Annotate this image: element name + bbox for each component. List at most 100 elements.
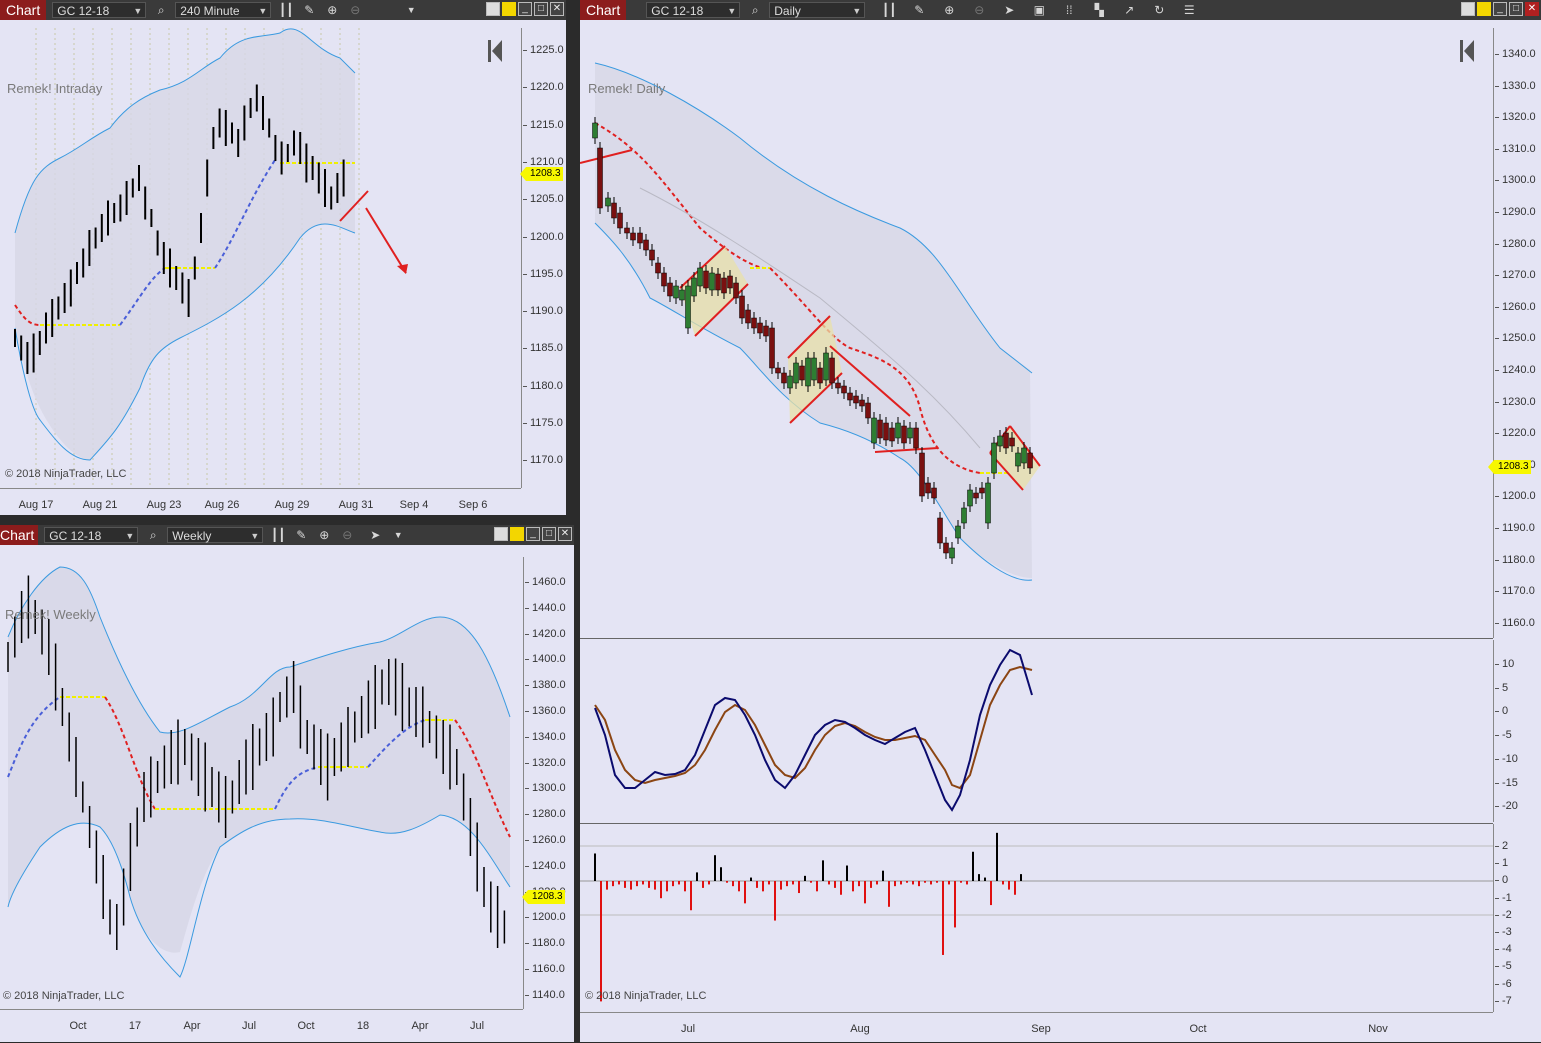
time-axis[interactable]: Oct 17 Apr Jul Oct 18 Apr Jul [0, 1009, 523, 1043]
close-button[interactable]: ✕ [558, 527, 572, 541]
time-tick-label: Aug [850, 1023, 870, 1035]
candle-body [1015, 452, 1021, 467]
candle-body [611, 202, 617, 219]
candle-body [733, 282, 739, 299]
price-tick-label: 1 [1494, 857, 1509, 870]
candle-body [919, 452, 925, 497]
price-tick-label: -5 [1495, 960, 1512, 973]
zoom-out-icon[interactable]: ⊖ [347, 2, 363, 18]
candle-body [955, 525, 961, 539]
chevron-down-icon[interactable]: ▼ [390, 527, 406, 543]
link-color-button[interactable] [510, 527, 524, 541]
window-color-button[interactable] [486, 2, 500, 16]
search-icon[interactable]: ⌕ [747, 2, 763, 18]
zoom-out-icon[interactable]: ⊖ [339, 527, 355, 543]
chart-title: Remek! Weekly [5, 607, 96, 622]
close-button[interactable]: ✕ [1525, 2, 1539, 16]
strategies-icon[interactable]: ▚ [1091, 2, 1107, 18]
time-axis[interactable]: Jul Aug Sep Oct Nov [580, 1012, 1493, 1043]
minimize-button[interactable]: _ [526, 527, 540, 541]
chart-tab[interactable]: Chart [580, 0, 627, 20]
price-tick-label: 0 [1494, 874, 1509, 887]
price-axis[interactable]: 1460.0 1440.0 1420.0 1400.0 1380.0 1360.0 1340… [523, 557, 575, 1009]
minimize-button[interactable]: _ [1493, 2, 1507, 16]
list-icon[interactable]: ☰ [1181, 2, 1197, 18]
zoom-in-icon[interactable]: ⊕ [316, 527, 332, 543]
maximize-button[interactable]: □ [534, 2, 548, 16]
window-color-button[interactable] [494, 527, 508, 541]
price-tick-label: 1215.0 [523, 118, 564, 131]
pointer-icon[interactable]: ➤ [1001, 2, 1017, 18]
zoom-in-icon[interactable]: ⊕ [324, 2, 340, 18]
weekly-price-plot[interactable] [0, 557, 523, 1009]
pencil-icon[interactable]: ✎ [293, 527, 309, 543]
link-color-button[interactable] [502, 2, 516, 16]
zoom-in-icon[interactable]: ⊕ [941, 2, 957, 18]
minimize-button[interactable]: _ [518, 2, 532, 16]
search-icon[interactable]: ⌕ [153, 2, 169, 18]
bar-style-icon[interactable]: ┃┃ [881, 2, 897, 18]
pencil-icon[interactable]: ✎ [911, 2, 927, 18]
skip-to-end-icon[interactable] [488, 40, 502, 62]
candle-body [841, 385, 847, 394]
candle-body [592, 122, 598, 139]
price-tick-label: 1230.0 [1495, 395, 1536, 408]
candle-body [829, 357, 835, 384]
price-axis[interactable]: 1225.0 1220.0 1215.0 1210.0 1205.0 1200.0 1195… [521, 28, 567, 488]
zoom-out-icon[interactable]: ⊖ [971, 2, 987, 18]
time-tick-label: Sep 4 [399, 499, 429, 511]
properties-icon[interactable]: ▣ [1031, 2, 1047, 18]
time-tick-label: Aug 17 [18, 499, 54, 511]
close-button[interactable]: ✕ [550, 2, 564, 16]
pointer-icon[interactable]: ➤ [367, 527, 383, 543]
interval-label: 240 Minute [180, 4, 240, 18]
interval-selector[interactable]: Daily ▼ [769, 2, 866, 18]
time-tick-label: Aug 29 [274, 499, 310, 511]
interval-selector[interactable]: 240 Minute ▼ [175, 2, 272, 18]
instrument-selector[interactable]: GC 12-18 ▼ [44, 527, 139, 543]
oscillator-axis[interactable]: 10 5 0 -5 -10 -15 -20 [1493, 640, 1541, 822]
chart-tab[interactable]: Chart [0, 525, 39, 545]
time-tick-label: Jul [680, 1023, 696, 1035]
time-tick-label: 18 [356, 1020, 370, 1032]
price-tick-label: 1360.0 [525, 705, 566, 717]
bar-style-icon[interactable]: ┃┃ [278, 2, 294, 18]
time-tick-label: 17 [128, 1020, 142, 1032]
chevron-down-icon[interactable]: ▼ [403, 2, 419, 18]
intraday-price-plot[interactable] [0, 28, 521, 488]
candle-body [769, 327, 775, 369]
window-color-button[interactable] [1461, 2, 1475, 16]
histogram-axis[interactable]: 2 1 0 -1 -2 -3 -4 -5 -6 -7 [1493, 824, 1541, 1012]
time-axis[interactable]: Aug 17 Aug 21 Aug 23 Aug 26 Aug 29 Aug 31 Sep … [0, 488, 521, 516]
link-color-button[interactable] [1477, 2, 1491, 16]
price-axis[interactable]: 1340.0 1330.0 1320.0 1310.0 1300.0 1290.0 1280… [1493, 28, 1541, 638]
instrument-selector[interactable]: GC 12-18 ▼ [646, 2, 741, 18]
pencil-icon[interactable]: ✎ [301, 2, 317, 18]
price-tick-label: 1160.0 [525, 963, 565, 975]
time-tick-label: Oct [69, 1020, 87, 1032]
histogram-panel[interactable] [580, 824, 1493, 1012]
oscillator-panel[interactable] [580, 640, 1493, 822]
price-tick-label: 0 [1494, 705, 1509, 718]
refresh-icon[interactable]: ↻ [1151, 2, 1167, 18]
panel-divider[interactable] [580, 638, 1493, 639]
price-tick-label: -3 [1495, 926, 1512, 938]
bar-style-icon[interactable]: ┃┃ [270, 527, 286, 543]
drawing-tools-icon[interactable]: ↗ [1121, 2, 1137, 18]
skip-to-end-icon[interactable] [1460, 40, 1474, 62]
chart-toolbar: Chart GC 12-18 ▼ ⌕ Daily ▼ ┃┃ ✎ ⊕ ⊖ ➤ ▣ ⁞⁞… [580, 0, 1541, 20]
indicators-icon[interactable]: ⁞⁞ [1061, 2, 1077, 18]
chart-tab[interactable]: Chart [0, 0, 47, 20]
candle-body [991, 442, 997, 474]
daily-price-plot[interactable] [580, 28, 1493, 638]
time-tick-label: Jul [469, 1020, 485, 1032]
price-tick-label: -4 [1495, 943, 1512, 956]
search-icon[interactable]: ⌕ [145, 527, 161, 543]
price-tick-label: 1200.0 [523, 230, 564, 243]
maximize-button[interactable]: □ [542, 527, 556, 541]
maximize-button[interactable]: □ [1509, 2, 1523, 16]
instrument-selector[interactable]: GC 12-18 ▼ [52, 2, 147, 18]
price-tick-label: 1280.0 [525, 808, 566, 821]
interval-selector[interactable]: Weekly ▼ [167, 527, 264, 543]
price-tick-label: 1300.0 [525, 782, 566, 795]
